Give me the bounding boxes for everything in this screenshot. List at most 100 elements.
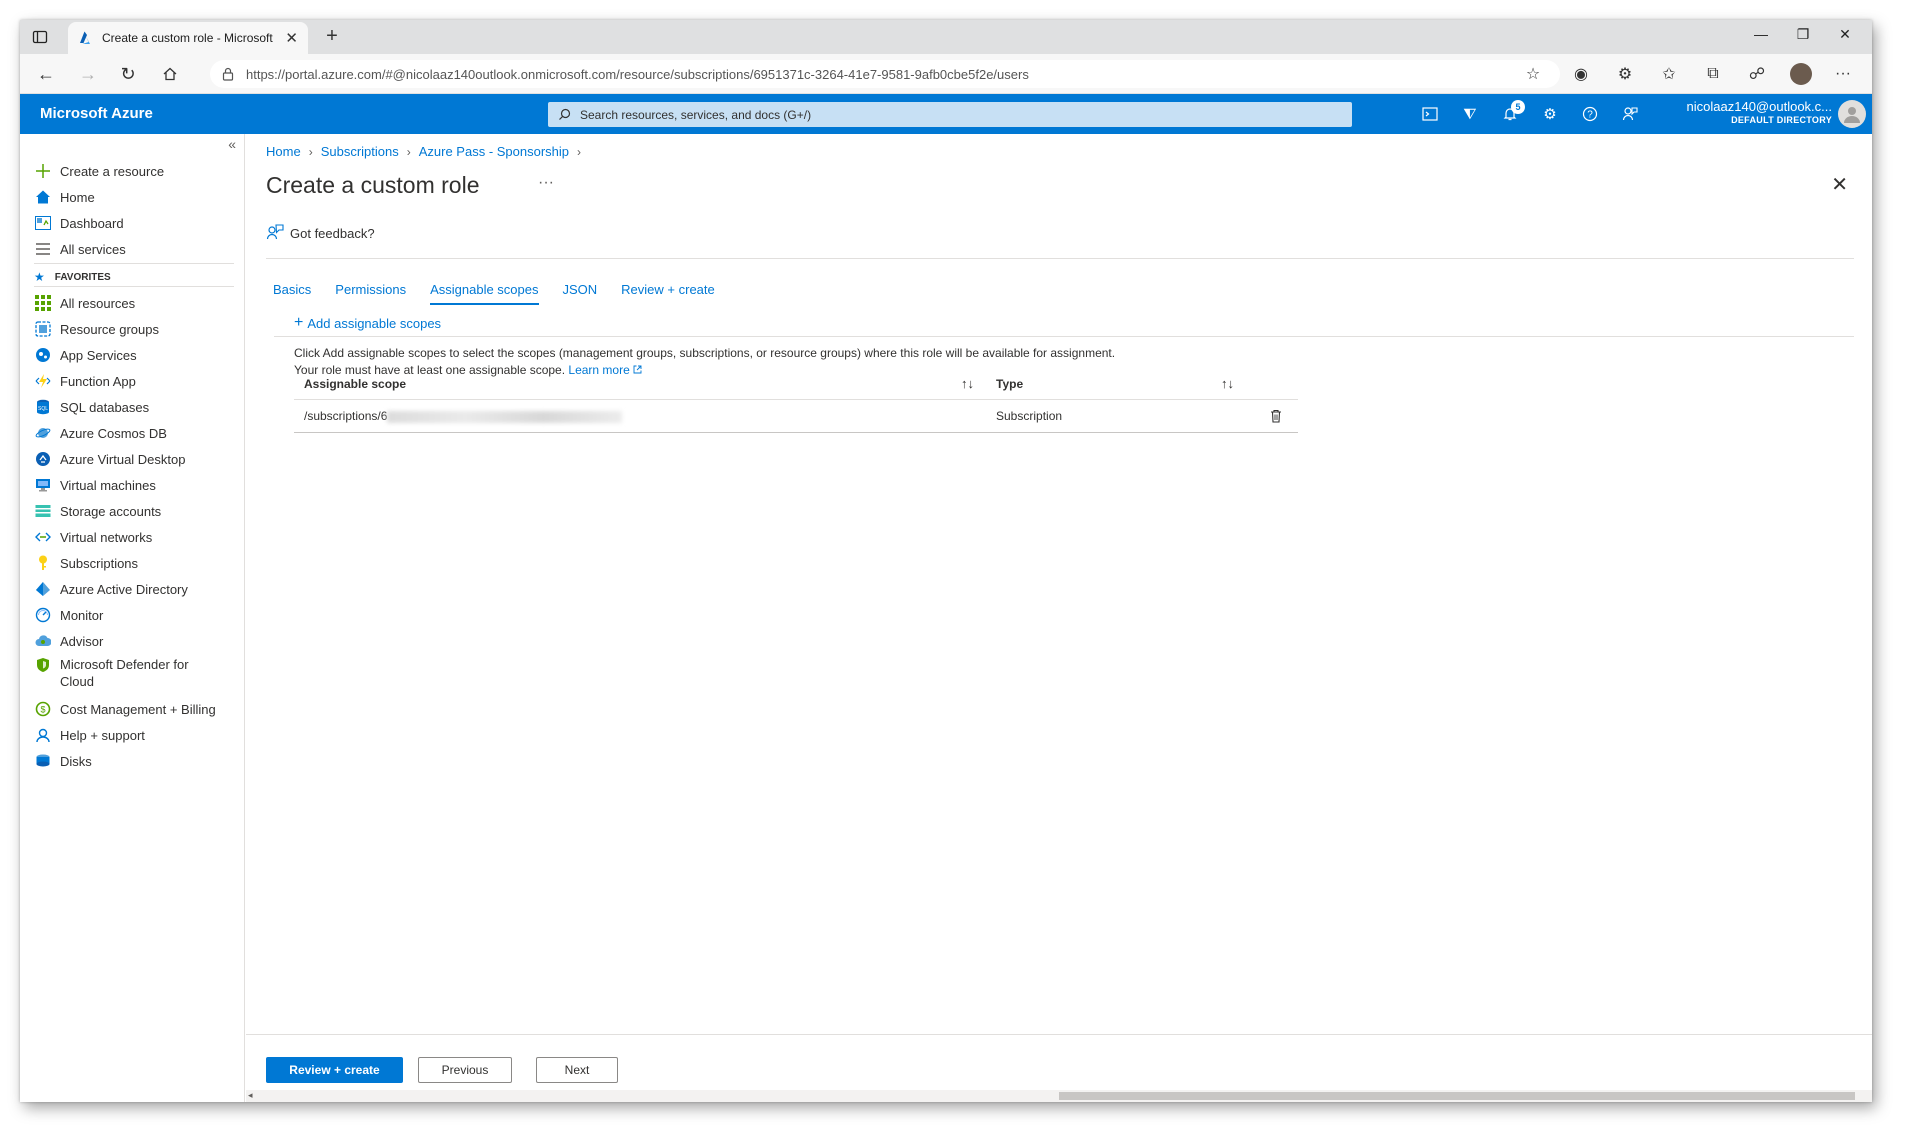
back-icon[interactable]: ← xyxy=(34,62,58,86)
sidebar-item-dashboard[interactable]: Dashboard xyxy=(34,212,239,234)
sidebar-item-active-directory[interactable]: Azure Active Directory xyxy=(34,578,239,600)
help-icon xyxy=(34,726,52,744)
sort-icon[interactable]: ↑↓ xyxy=(1221,376,1234,391)
tab-review-create[interactable]: Review + create xyxy=(621,282,715,305)
horizontal-scrollbar[interactable]: ◂ xyxy=(246,1090,1872,1102)
lock-icon xyxy=(222,67,234,81)
new-tab-icon[interactable]: + xyxy=(320,25,344,48)
sidebar-item-resource-groups[interactable]: Resource groups xyxy=(34,318,239,340)
minimize-icon[interactable]: — xyxy=(1746,26,1776,42)
collapse-sidebar-icon[interactable]: « xyxy=(228,136,236,152)
next-button[interactable]: Next xyxy=(536,1057,618,1083)
profile-avatar[interactable] xyxy=(1790,63,1812,85)
sidebar-item-advisor[interactable]: Advisor xyxy=(34,630,239,652)
sidebar-item-label: Resource groups xyxy=(60,321,159,337)
sidebar-item-label: Azure Active Directory xyxy=(60,581,188,597)
svg-text:SQL: SQL xyxy=(38,406,48,412)
scroll-left-icon[interactable]: ◂ xyxy=(248,1090,253,1101)
collections-icon[interactable]: ⧉ xyxy=(1702,63,1724,85)
extension-icon[interactable]: ◉ xyxy=(1570,63,1592,85)
home-browser-icon[interactable] xyxy=(158,62,182,86)
grid-header: Assignable scope ↑↓ Type ↑↓ xyxy=(294,368,1298,400)
delete-icon[interactable] xyxy=(1254,409,1298,423)
user-avatar[interactable] xyxy=(1838,100,1866,128)
column-header-scope[interactable]: Assignable scope xyxy=(304,377,406,391)
refresh-icon[interactable]: ↻ xyxy=(116,62,140,86)
browser-tab[interactable]: Create a custom role - Microsoft ✕ xyxy=(68,22,308,54)
close-tab-icon[interactable]: ✕ xyxy=(285,29,298,47)
sidebar-item-defender[interactable]: Microsoft Defender for Cloud xyxy=(34,656,239,692)
cloud-shell-icon[interactable] xyxy=(1418,102,1442,126)
app-services-icon xyxy=(34,346,52,364)
sidebar-item-cosmos-db[interactable]: Azure Cosmos DB xyxy=(34,422,239,444)
sidebar-item-cost-management[interactable]: $ Cost Management + Billing xyxy=(34,698,239,720)
account-menu[interactable]: nicolaaz140@outlook.c... DEFAULT DIRECTO… xyxy=(1687,99,1832,125)
browser-toolbar: ← → ↻ https://portal.azure.com/#@nicolaa… xyxy=(20,54,1872,94)
previous-button[interactable]: Previous xyxy=(418,1057,512,1083)
sidebar-item-subscriptions[interactable]: Subscriptions xyxy=(34,552,239,574)
notification-badge: 5 xyxy=(1511,100,1525,114)
search-icon xyxy=(559,108,571,120)
window-close-icon[interactable]: ✕ xyxy=(1830,26,1860,43)
help-header-icon[interactable]: ? xyxy=(1578,102,1602,126)
vnet-icon xyxy=(34,528,52,546)
sidebar-item-virtual-networks[interactable]: Virtual networks xyxy=(34,526,239,548)
brand-logo[interactable]: Microsoft Azure xyxy=(40,105,153,122)
add-assignable-scopes-button[interactable]: + Add assignable scopes xyxy=(294,314,441,332)
sidebar-item-home[interactable]: Home xyxy=(34,186,239,208)
search-placeholder: Search resources, services, and docs (G+… xyxy=(580,107,812,122)
tab-permissions[interactable]: Permissions xyxy=(335,282,406,305)
address-bar-input[interactable]: https://portal.azure.com/#@nicolaaz140ou… xyxy=(210,60,1560,88)
scrollbar-thumb[interactable] xyxy=(1059,1092,1855,1100)
sidebar-item-monitor[interactable]: Monitor xyxy=(34,604,239,626)
sidebar-item-help-support[interactable]: Help + support xyxy=(34,724,239,746)
notifications-icon[interactable]: 5 xyxy=(1498,100,1525,126)
settings-icon[interactable]: ⚙ xyxy=(1538,102,1562,126)
sidebar-item-create-resource[interactable]: Create a resource xyxy=(34,160,239,182)
sort-icon[interactable]: ↑↓ xyxy=(961,376,974,391)
tab-assignable-scopes[interactable]: Assignable scopes xyxy=(430,282,539,305)
breadcrumb: Home › Subscriptions › Azure Pass - Spon… xyxy=(266,144,589,159)
cost-icon: $ xyxy=(34,700,52,718)
aad-icon xyxy=(34,580,52,598)
feedback-header-icon[interactable] xyxy=(1618,102,1642,126)
sidebar-item-storage-accounts[interactable]: Storage accounts xyxy=(34,500,239,522)
column-header-type[interactable]: Type xyxy=(996,377,1023,391)
azure-favicon-icon xyxy=(80,31,90,44)
wizard-tabs: Basics Permissions Assignable scopes JSO… xyxy=(273,282,739,305)
restore-icon[interactable]: ❐ xyxy=(1788,26,1818,43)
sidebar-item-label: App Services xyxy=(60,347,137,363)
more-browser-icon[interactable]: ··· xyxy=(1832,63,1854,85)
review-create-button[interactable]: Review + create xyxy=(266,1057,403,1083)
global-search-input[interactable]: Search resources, services, and docs (G+… xyxy=(548,102,1352,127)
favorites-icon[interactable]: ✩ xyxy=(1658,63,1680,85)
feedback-browser-icon[interactable]: ☍ xyxy=(1746,63,1768,85)
footer-divider xyxy=(246,1034,1872,1035)
browser-window: Create a custom role - Microsoft ✕ + — ❐… xyxy=(20,20,1872,1102)
tab-actions-icon[interactable] xyxy=(30,27,50,47)
close-blade-icon[interactable]: ✕ xyxy=(1831,172,1848,197)
puzzle-icon[interactable]: ⚙ xyxy=(1614,63,1636,85)
sidebar-item-all-services[interactable]: All services xyxy=(34,238,239,260)
more-options-icon[interactable]: ··· xyxy=(538,174,554,192)
sidebar-item-virtual-machines[interactable]: Virtual machines xyxy=(34,474,239,496)
sidebar-item-label: Monitor xyxy=(60,607,104,623)
sidebar-item-app-services[interactable]: App Services xyxy=(34,344,239,366)
forward-icon[interactable]: → xyxy=(76,62,100,86)
shield-icon xyxy=(34,656,52,674)
breadcrumb-subscription[interactable]: Azure Pass - Sponsorship xyxy=(419,144,569,159)
breadcrumb-subscriptions[interactable]: Subscriptions xyxy=(321,144,399,159)
tab-json[interactable]: JSON xyxy=(563,282,598,305)
feedback-link[interactable]: Got feedback? xyxy=(266,224,375,243)
sidebar-item-disks[interactable]: Disks xyxy=(34,750,239,772)
directory-filter-icon[interactable]: ⧨ xyxy=(1458,102,1482,126)
breadcrumb-home[interactable]: Home xyxy=(266,144,301,159)
sidebar-item-all-resources[interactable]: All resources xyxy=(34,292,239,314)
home-icon xyxy=(34,188,52,206)
tab-basics[interactable]: Basics xyxy=(273,282,311,305)
sidebar-item-virtual-desktop[interactable]: Azure Virtual Desktop xyxy=(34,448,239,470)
cosmos-icon xyxy=(34,424,52,442)
favorite-add-icon[interactable]: ☆ xyxy=(1522,63,1544,85)
sidebar-item-sql-databases[interactable]: SQL SQL databases xyxy=(34,396,239,418)
sidebar-item-function-app[interactable]: Function App xyxy=(34,370,239,392)
